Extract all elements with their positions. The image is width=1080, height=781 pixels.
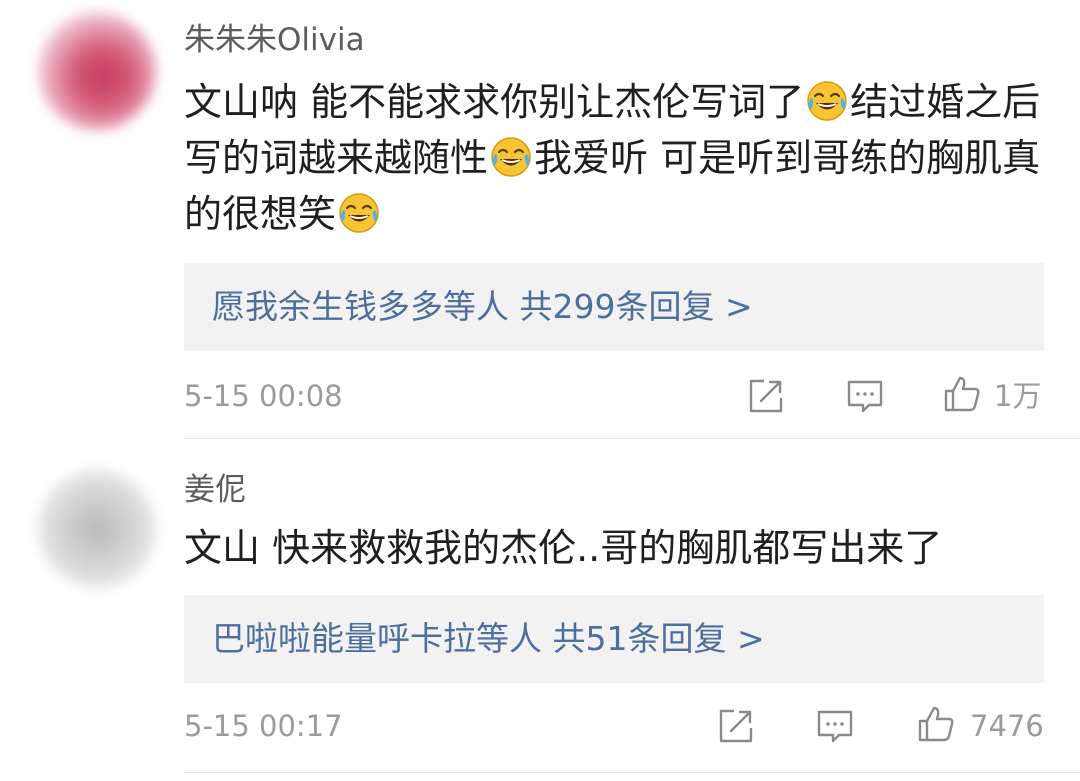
divider	[184, 772, 1080, 773]
like-count: 7476	[970, 709, 1044, 743]
comment-username[interactable]: 朱朱朱Olivia	[184, 20, 365, 60]
comment-text-part: 文山呐 能不能求求你别让杰伦写词了	[184, 80, 805, 124]
avatar[interactable]	[38, 470, 156, 588]
comment-timestamp: 5-15 00:08	[184, 379, 343, 413]
share-icon[interactable]	[716, 706, 756, 746]
replies-summary-link[interactable]: 巴啦啦能量呼卡拉等人 共51条回复 >	[212, 595, 765, 683]
divider	[184, 438, 1080, 439]
avatar[interactable]	[38, 12, 156, 130]
replies-summary-link[interactable]: 愿我余生钱多多等人 共299条回复 >	[212, 263, 753, 351]
laugh-cry-icon	[491, 137, 531, 177]
like-count: 1万	[994, 379, 1042, 413]
replies-summary-box[interactable]: 愿我余生钱多多等人 共299条回复 >	[184, 263, 1044, 351]
comment-text: 文山 快来救救我的杰伦..哥的胸肌都写出来了	[184, 526, 943, 570]
comment-icon[interactable]	[845, 376, 885, 416]
like-icon[interactable]	[942, 374, 982, 414]
laugh-cry-icon	[339, 193, 379, 233]
comment-icon[interactable]	[815, 706, 855, 746]
comment-username[interactable]: 姜伲	[184, 470, 246, 510]
share-icon[interactable]	[746, 376, 786, 416]
comment-timestamp: 5-15 00:17	[184, 709, 343, 743]
comment-text: 文山呐 能不能求求你别让杰伦写词了 结过婚之后写的词越来越随性 我爱听 可是听到…	[184, 74, 1054, 242]
laugh-cry-icon	[807, 81, 847, 121]
replies-summary-box[interactable]: 巴啦啦能量呼卡拉等人 共51条回复 >	[184, 595, 1044, 683]
like-icon[interactable]	[916, 704, 956, 744]
